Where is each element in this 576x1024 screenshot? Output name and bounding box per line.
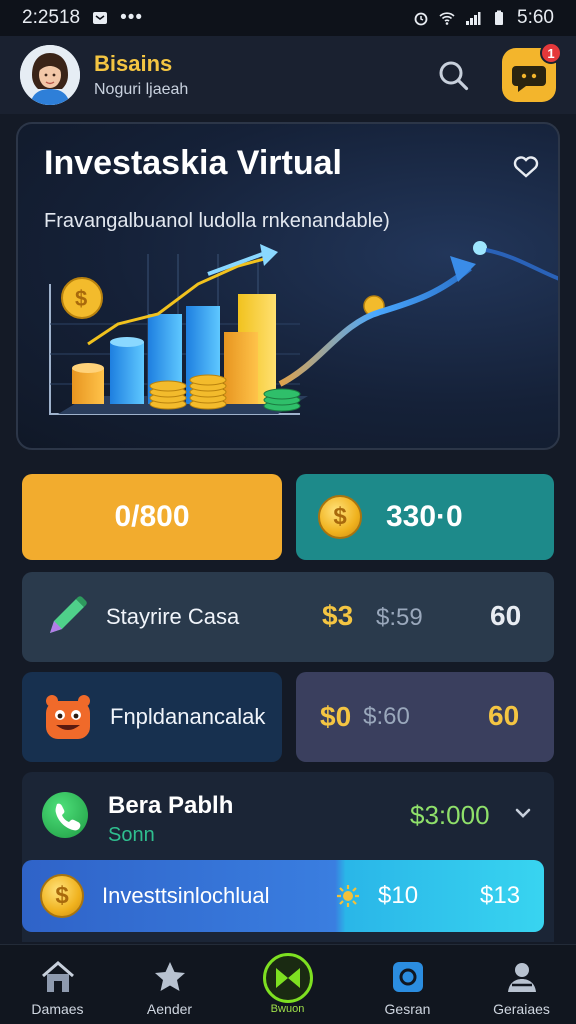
dollar-coin-icon: $ [318,495,362,539]
coins-value: 330·0 [386,500,463,533]
monster-icon [46,695,90,739]
list-item-amount: $0 [320,701,352,732]
search-button[interactable] [434,56,474,96]
list-item-label: Stayrire Casa [106,604,240,629]
account-title: Bera Pablh [108,792,234,819]
notification-badge: 1 [540,42,562,64]
star-icon [154,962,185,991]
user-name: Bisains [94,51,173,76]
sun-icon [337,885,359,907]
nav-item-profile[interactable]: Geraiaes [464,945,576,1024]
list-item-count: 60 [490,600,522,631]
list-item-label: Fnpldanancalak [110,704,266,729]
hero-title: Investaskia Virtual [44,144,342,182]
nav-label: Aender [146,1001,193,1017]
balance-tile[interactable]: 0/800 [22,474,282,560]
more-dots-icon: ••• [120,7,144,28]
pencil-icon [50,596,87,633]
account-amount: $3:000 [410,800,490,830]
invest-bar[interactable]: $ Investtsinlochlual $10 $13 [22,860,544,932]
list-item-amount: $3 [322,600,354,631]
status-time: 2:2518 [22,7,81,28]
nav-item-home[interactable]: Damaes [0,945,115,1024]
nav-label: Bwuon [270,1003,305,1015]
notifications-button[interactable]: 1 [502,42,562,102]
invest-value-2: $13 [480,882,521,909]
list-item-values[interactable]: $0 $:60 60 [296,672,554,762]
square-icon [392,962,423,992]
signal-icon [466,12,481,25]
account-subtitle: Sonn [108,824,155,846]
status-clock: 5:60 [517,7,554,28]
svg-text:$: $ [75,286,87,311]
coins-tile[interactable]: $ 330·0 [296,474,554,560]
home-icon [41,961,74,992]
nav-label: Geraiaes [493,1001,550,1017]
profile-icon [507,963,536,992]
invest-value-1: $10 [378,882,419,909]
list-item[interactable]: Fnpldanancalak [22,672,282,762]
battery-icon [495,10,504,25]
nav-label: Gesran [384,1001,431,1017]
wifi-icon [439,12,455,25]
bottom-nav: Damaes Aender Bwuon Gesran Geraiaes [0,944,576,1024]
hero-card[interactable]: Investaskia Virtual Fravangalbuanol ludo… [16,122,560,450]
nav-item-center[interactable]: Bwuon [230,945,345,1024]
alarm-icon [414,12,428,26]
message-icon [93,12,108,24]
growth-chart-illustration: $ [49,241,558,415]
play-icon [275,968,300,988]
nav-item-rewards[interactable]: Aender [112,945,227,1024]
heart-chat-icon[interactable] [508,146,544,182]
phone-icon [42,792,88,838]
list-item-rate: $:59 [376,604,423,631]
avatar-image [20,45,80,105]
nav-item-search[interactable]: Gesran [350,945,465,1024]
avatar[interactable] [20,45,80,105]
list-item-rate: $:60 [363,703,410,730]
status-bar: 2:2518 ••• 5:60 [0,0,576,36]
dollar-coin-icon: $ [40,874,84,918]
nav-label: Damaes [31,1001,84,1017]
app-header: Bisains Noguri ljaeah 1 [0,36,576,114]
list-item[interactable]: Stayrire Casa $3 $:59 60 [22,572,554,662]
list-item-count: 60 [488,700,520,731]
balance-value: 0/800 [114,500,190,533]
chevron-down-icon[interactable] [512,802,534,824]
hero-subtitle: Fravangalbuanol ludolla rnkenandable) [44,210,390,232]
user-subtitle: Noguri ljaeah [94,81,189,98]
search-icon [439,61,469,91]
invest-label: Investtsinlochlual [102,883,270,908]
